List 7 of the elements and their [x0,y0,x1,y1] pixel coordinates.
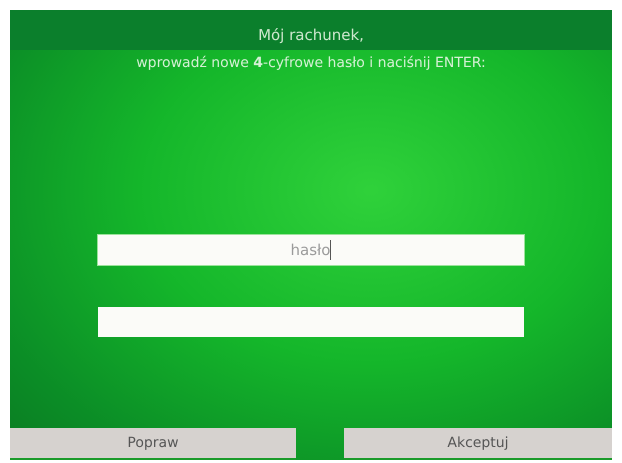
password-field[interactable]: hasło [98,235,524,265]
text-cursor [330,240,332,260]
accept-button[interactable]: Akceptuj [344,428,612,460]
header-title: Mój rachunek, [258,24,364,46]
instruction-text: wprowadź nowe 4-cyfrowe hasło i naciśnij ENTER: [136,54,486,72]
correct-button[interactable]: Popraw [10,428,296,460]
password-field[interactable] [98,307,524,337]
